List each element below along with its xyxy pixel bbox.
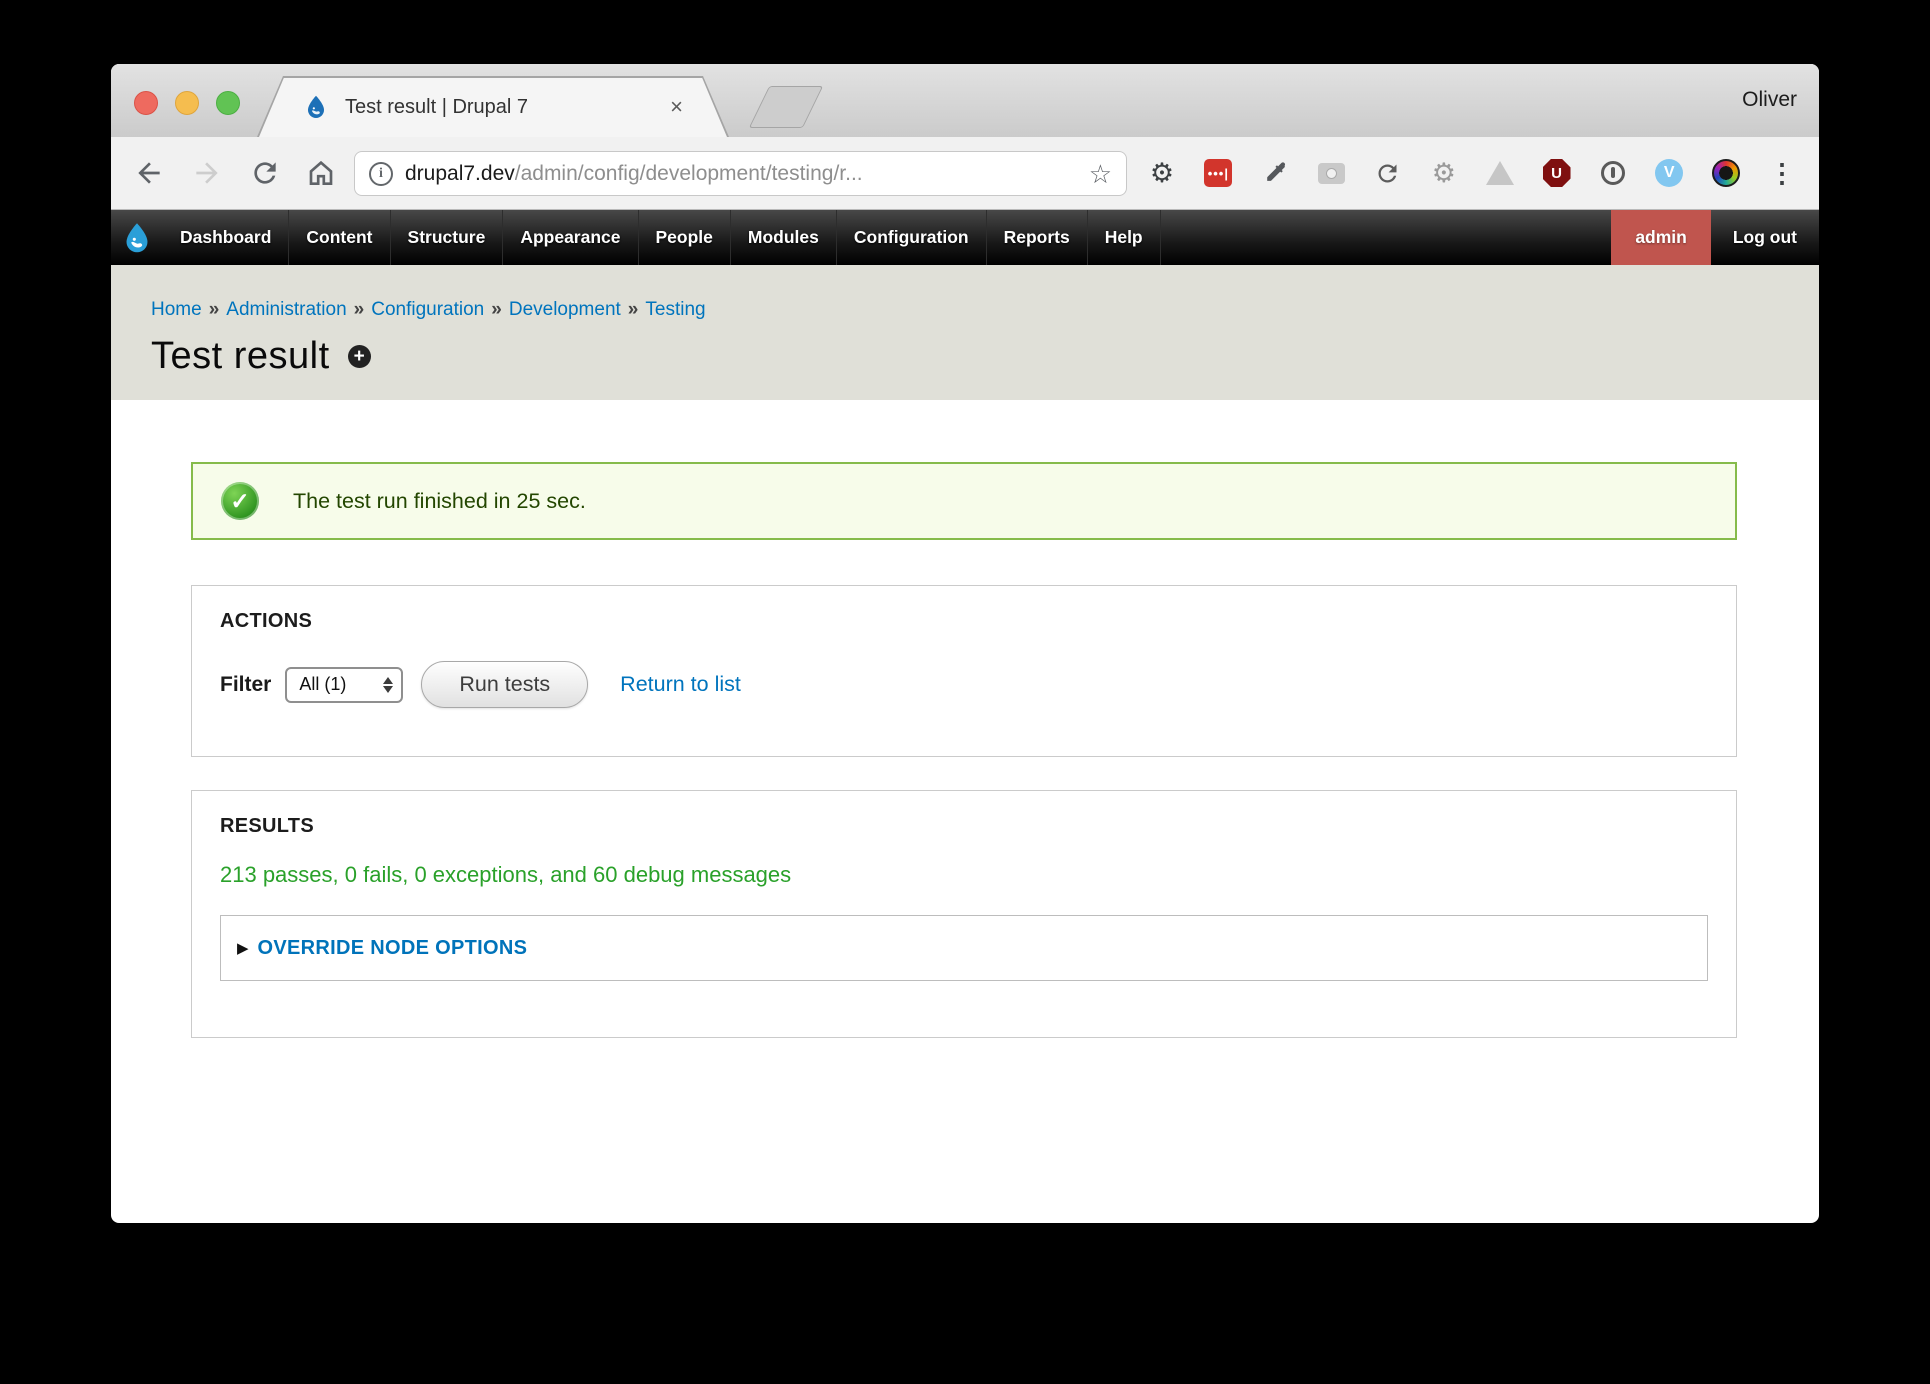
filter-label: Filter xyxy=(220,673,271,697)
ublock-origin-icon[interactable]: U xyxy=(1542,158,1572,188)
success-check-icon: ✓ xyxy=(221,482,259,520)
select-arrows-icon xyxy=(383,677,393,693)
collapse-arrow-icon: ▶ xyxy=(237,941,249,956)
breadcrumb-separator: » xyxy=(491,299,502,320)
run-tests-button[interactable]: Run tests xyxy=(421,661,588,708)
toolbar-item-structure[interactable]: Structure xyxy=(391,210,504,265)
filter-select-value: All (1) xyxy=(299,674,383,695)
home-icon[interactable] xyxy=(305,157,337,189)
page-title: Test result xyxy=(151,335,330,378)
return-to-list-link[interactable]: Return to list xyxy=(620,672,741,697)
page-content: ✓ The test run finished in 25 sec. ACTIO… xyxy=(111,400,1819,1038)
actions-legend: ACTIONS xyxy=(220,610,1708,633)
override-node-options-fieldset[interactable]: ▶ OVERRIDE NODE OPTIONS xyxy=(220,915,1708,981)
toolbar-item-help[interactable]: Help xyxy=(1088,210,1161,265)
drupal-favicon-icon xyxy=(303,94,329,120)
breadcrumb-testing[interactable]: Testing xyxy=(645,299,705,320)
url-bar[interactable]: i drupal7.dev /admin/config/development/… xyxy=(354,151,1127,196)
password-ring-icon[interactable] xyxy=(1598,158,1628,188)
extension-row: ⚙ •••| ⚙ U V ⋮ xyxy=(1147,137,1797,209)
add-shortcut-icon[interactable]: + xyxy=(348,345,371,368)
url-path: /admin/config/development/testing/r... xyxy=(515,162,1089,186)
forward-icon xyxy=(191,157,223,189)
filter-select[interactable]: All (1) xyxy=(285,667,403,703)
actions-fieldset: ACTIONS Filter All (1) Run tests Return … xyxy=(191,585,1737,757)
browser-window: Test result | Drupal 7 × Oliver i drupal… xyxy=(111,64,1819,1223)
status-message-text: The test run finished in 25 sec. xyxy=(293,489,586,514)
toolbar-logout[interactable]: Log out xyxy=(1711,210,1819,265)
drupal-admin-toolbar: Dashboard Content Structure Appearance P… xyxy=(111,210,1819,265)
breadcrumb-administration[interactable]: Administration xyxy=(226,299,346,320)
camera-icon[interactable] xyxy=(1316,158,1346,188)
tab-title: Test result | Drupal 7 xyxy=(345,96,670,119)
results-summary: 213 passes, 0 fails, 0 exceptions, and 6… xyxy=(220,862,1708,888)
settings-gear-icon[interactable]: ⚙ xyxy=(1147,158,1177,188)
close-window-button[interactable] xyxy=(134,91,158,115)
url-host: drupal7.dev xyxy=(405,162,515,186)
browser-tab[interactable]: Test result | Drupal 7 × xyxy=(257,76,729,137)
reload-icon[interactable] xyxy=(249,157,281,189)
browser-profile-name[interactable]: Oliver xyxy=(1742,88,1797,112)
toolbar-item-appearance[interactable]: Appearance xyxy=(503,210,638,265)
zoom-window-button[interactable] xyxy=(216,91,240,115)
results-legend: RESULTS xyxy=(220,815,1708,838)
toolbar-item-reports[interactable]: Reports xyxy=(987,210,1088,265)
toolbar-item-dashboard[interactable]: Dashboard xyxy=(163,210,289,265)
lastpass-icon[interactable]: •••| xyxy=(1203,158,1233,188)
results-fieldset: RESULTS 213 passes, 0 fails, 0 exception… xyxy=(191,790,1737,1038)
toolbar-item-configuration[interactable]: Configuration xyxy=(837,210,987,265)
eyedropper-icon[interactable] xyxy=(1260,158,1290,188)
titlebar: Test result | Drupal 7 × Oliver xyxy=(111,64,1819,137)
tampermonkey-gear-icon[interactable]: ⚙ xyxy=(1429,158,1459,188)
toolbar-user-admin[interactable]: admin xyxy=(1611,210,1711,265)
refresh-monitor-icon[interactable] xyxy=(1372,158,1402,188)
bookmark-star-icon[interactable]: ☆ xyxy=(1089,161,1112,187)
toolbar-item-people[interactable]: People xyxy=(639,210,731,265)
minimize-window-button[interactable] xyxy=(175,91,199,115)
new-tab-button[interactable] xyxy=(749,86,823,128)
camera-lens-icon[interactable] xyxy=(1711,158,1741,188)
vanilla-v-icon[interactable]: V xyxy=(1654,158,1684,188)
breadcrumb-configuration[interactable]: Configuration xyxy=(371,299,484,320)
breadcrumb-development[interactable]: Development xyxy=(509,299,621,320)
breadcrumb-home[interactable]: Home xyxy=(151,299,202,320)
breadcrumb: Home » Administration » Configuration » Develo… xyxy=(151,265,1779,321)
back-icon[interactable] xyxy=(133,157,165,189)
browser-menu-icon[interactable]: ⋮ xyxy=(1767,158,1797,188)
google-drive-icon[interactable] xyxy=(1485,158,1515,188)
browser-navbar: i drupal7.dev /admin/config/development/… xyxy=(111,137,1819,210)
override-node-options-link[interactable]: OVERRIDE NODE OPTIONS xyxy=(258,937,528,960)
toolbar-item-content[interactable]: Content xyxy=(289,210,390,265)
page-info-icon[interactable]: i xyxy=(369,162,393,186)
breadcrumb-separator: » xyxy=(628,299,639,320)
page-header: Home » Administration » Configuration » Develo… xyxy=(111,265,1819,400)
tab-close-icon[interactable]: × xyxy=(670,96,683,118)
toolbar-item-modules[interactable]: Modules xyxy=(731,210,837,265)
status-message: ✓ The test run finished in 25 sec. xyxy=(191,462,1737,540)
breadcrumb-separator: » xyxy=(209,299,220,320)
drupal-home-button[interactable] xyxy=(111,210,163,265)
breadcrumb-separator: » xyxy=(354,299,365,320)
